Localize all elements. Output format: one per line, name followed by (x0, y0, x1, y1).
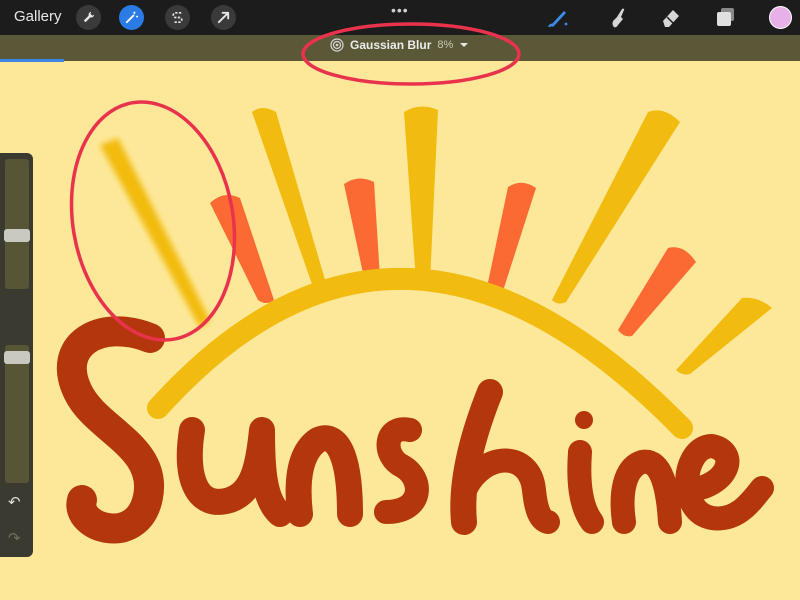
sun-ray (252, 108, 328, 293)
sun-arc (147, 267, 693, 439)
sun-ray (404, 106, 438, 285)
annotation-overlay (301, 22, 521, 86)
annotation-ellipse-adjustment (301, 22, 521, 86)
sun-ray (676, 297, 772, 375)
opacity-handle[interactable] (4, 351, 30, 365)
sun-ray (210, 194, 274, 303)
sun-ray (344, 178, 380, 281)
artwork (56, 100, 774, 544)
brush-size-slider[interactable] (5, 159, 29, 289)
brush-size-handle[interactable] (4, 229, 30, 243)
sunshine-lettering (56, 316, 774, 544)
undo-icon[interactable]: ↶ (8, 493, 21, 511)
sun-rays (210, 106, 772, 375)
redo-icon[interactable]: ↷ (8, 529, 21, 547)
opacity-slider[interactable] (5, 345, 29, 483)
brush-sidebar: ↶ ↷ (0, 153, 33, 557)
drawing-canvas[interactable] (0, 62, 800, 600)
sun-ray (486, 182, 536, 296)
sun-ray (618, 247, 696, 337)
blurred-ray (100, 138, 210, 328)
